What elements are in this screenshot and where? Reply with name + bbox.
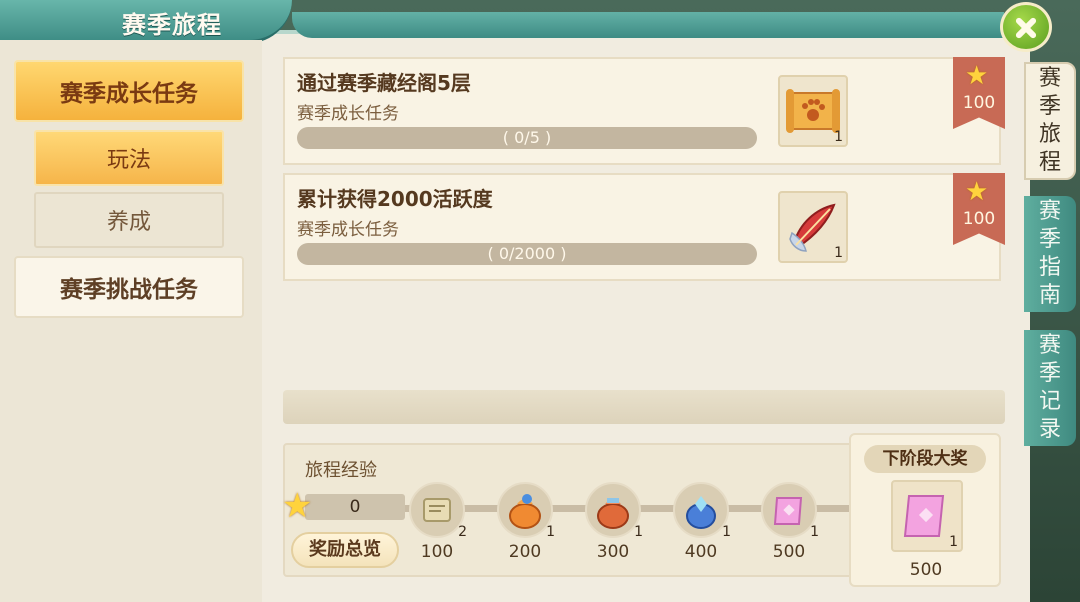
star-icon: ★ xyxy=(965,61,989,91)
reward-count: 1 xyxy=(834,129,843,145)
task-progress-bar: ( 0/5 ) xyxy=(297,127,757,149)
star-icon: ★ xyxy=(282,486,313,526)
task-card: 累计获得2000活跃度 赛季成长任务 ( 0/2000 ) 1 ★ 100 xyxy=(283,173,1005,281)
journey-exp-label: 旅程经验 xyxy=(305,460,377,481)
task-progress-text: ( 0/2000 ) xyxy=(487,244,567,263)
milestone-count: 1 xyxy=(634,524,643,540)
milestone-threshold: 400 xyxy=(684,542,718,562)
next-prize-value: 500 xyxy=(909,560,943,580)
task-title: 通过赛季藏经阁5层 xyxy=(297,71,471,95)
category-growth-tasks[interactable]: 赛季成长任务 xyxy=(14,60,244,122)
close-button[interactable] xyxy=(1000,2,1052,52)
task-subtitle: 赛季成长任务 xyxy=(297,220,399,240)
points-ribbon: ★ 100 xyxy=(953,173,1005,245)
left-nav-background xyxy=(0,40,262,602)
category-challenge-tasks[interactable]: 赛季挑战任务 xyxy=(14,256,244,318)
journey-exp-value: 0 xyxy=(349,497,361,517)
tab-season-record[interactable]: 赛季记录 xyxy=(1024,330,1076,446)
task-reward-item[interactable]: 1 xyxy=(778,75,848,147)
reward-overview-label: 奖励总览 xyxy=(309,539,381,560)
milestone-count: 1 xyxy=(810,524,819,540)
milestone-reward[interactable]: 1 xyxy=(761,482,819,540)
crystal-bag-icon xyxy=(686,496,716,529)
tab-label: 赛季记录 xyxy=(1038,333,1061,442)
subcategory-development[interactable]: 养成 xyxy=(34,192,224,248)
milestone-reward[interactable]: 1 xyxy=(497,482,555,540)
next-prize-title: 下阶段大奖 xyxy=(864,445,986,473)
milestone-reward[interactable]: 1 xyxy=(585,482,643,540)
points-value: 100 xyxy=(962,93,996,113)
milestone-threshold: 500 xyxy=(772,542,806,562)
task-progress-bar: ( 0/2000 ) xyxy=(297,243,757,265)
points-ribbon: ★ 100 xyxy=(953,57,1005,129)
tab-label: 赛季旅程 xyxy=(1038,66,1061,175)
task-progress-text: ( 0/5 ) xyxy=(502,128,552,147)
tab-label: 赛季指南 xyxy=(1038,199,1061,308)
subcategory-gameplay-label: 玩法 xyxy=(106,148,151,173)
points-value: 100 xyxy=(962,209,996,229)
task-subtitle: 赛季成长任务 xyxy=(297,104,399,124)
task-title: 累计获得2000活跃度 xyxy=(297,187,493,211)
category-challenge-label: 赛季挑战任务 xyxy=(60,277,198,303)
window-title: 赛季旅程 xyxy=(122,11,222,39)
next-stage-prize: 下阶段大奖 1 500 xyxy=(849,433,1001,587)
journey-exp-bar: 0 xyxy=(305,494,405,520)
coin-bag-icon xyxy=(597,498,629,529)
milestone-threshold: 100 xyxy=(420,542,454,562)
task-reward-item[interactable]: 1 xyxy=(778,191,848,263)
scroll-icon xyxy=(423,498,451,522)
tab-season-journey[interactable]: 赛季旅程 xyxy=(1024,62,1076,180)
reward-overview-button[interactable]: 奖励总览 xyxy=(291,532,399,568)
pink-scroll-icon xyxy=(773,497,803,525)
milestone-count: 1 xyxy=(546,524,555,540)
reward-count: 1 xyxy=(834,245,843,261)
star-icon: ★ xyxy=(965,177,989,207)
subcategory-development-label: 养成 xyxy=(106,210,151,235)
category-growth-label: 赛季成长任务 xyxy=(60,81,198,107)
list-bottom-divider xyxy=(283,390,1005,424)
tab-season-guide[interactable]: 赛季指南 xyxy=(1024,196,1076,312)
milestone-reward[interactable]: 1 xyxy=(673,482,731,540)
window-title-tab: 赛季旅程 xyxy=(0,0,292,43)
milestone-count: 1 xyxy=(722,524,731,540)
milestone-threshold: 300 xyxy=(596,542,630,562)
next-prize-count: 1 xyxy=(949,534,958,550)
orange-bag-icon xyxy=(509,494,541,529)
subcategory-gameplay[interactable]: 玩法 xyxy=(34,130,224,186)
task-card: 通过赛季藏经阁5层 赛季成长任务 ( 0/5 ) 1 ★ 100 xyxy=(283,57,1005,165)
milestone-threshold: 200 xyxy=(508,542,542,562)
milestone-reward[interactable]: 2 xyxy=(409,482,467,540)
next-prize-item[interactable]: 1 xyxy=(891,480,963,552)
milestone-count: 2 xyxy=(458,524,467,540)
header-band xyxy=(292,12,1004,38)
